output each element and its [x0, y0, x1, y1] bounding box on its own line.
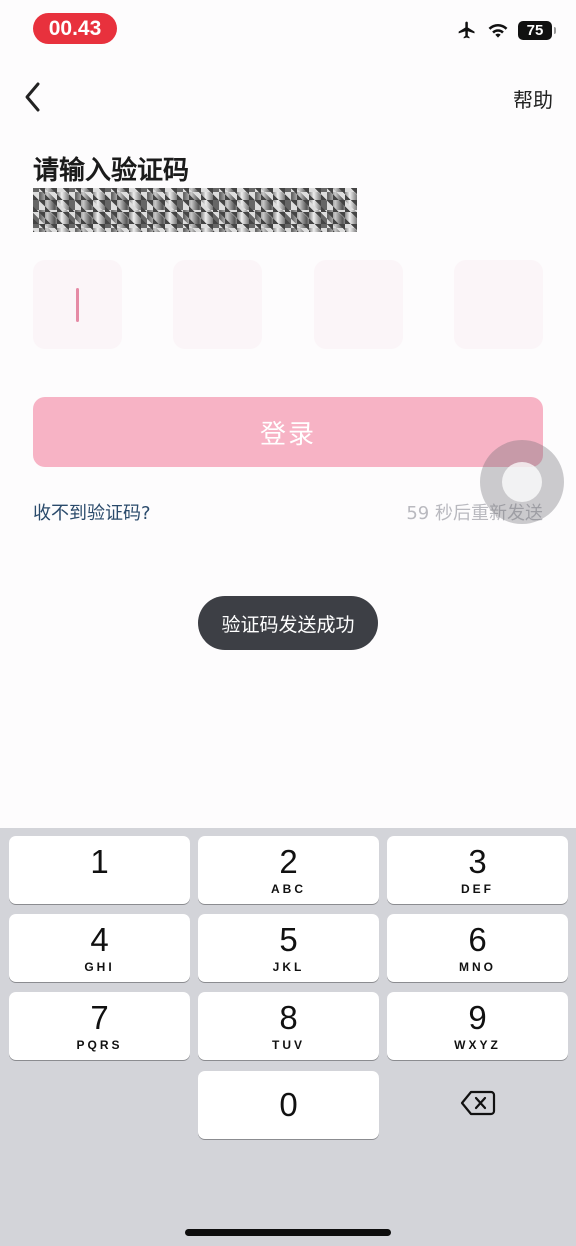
key-7[interactable]: 7 PQRS — [9, 992, 190, 1060]
key-1[interactable]: 1 — [9, 836, 190, 904]
no-code-link[interactable]: 收不到验证码? — [33, 499, 151, 525]
key-0[interactable]: 0 — [198, 1071, 379, 1139]
page-title: 请输入验证码 — [33, 156, 190, 186]
login-button[interactable]: 登录 — [33, 397, 543, 467]
key-letters: MNO — [459, 960, 496, 974]
key-letters: JKL — [272, 960, 305, 974]
key-4[interactable]: 4 GHI — [9, 914, 190, 982]
toast-message: 验证码发送成功 — [198, 596, 378, 650]
assistive-touch-inner — [502, 462, 542, 502]
code-input-box[interactable] — [313, 260, 403, 349]
key-6[interactable]: 6 MNO — [387, 914, 568, 982]
key-digit: 3 — [468, 843, 487, 880]
wifi-icon — [487, 21, 509, 39]
assistive-touch-button[interactable] — [480, 440, 564, 524]
airplane-icon — [456, 20, 478, 40]
key-digit: 6 — [468, 921, 487, 958]
text-cursor — [76, 288, 79, 322]
key-digit: 7 — [90, 999, 109, 1036]
masked-phone-number — [33, 188, 357, 232]
key-digit: 1 — [90, 843, 109, 880]
key-letters: WXYZ — [454, 1038, 501, 1052]
key-2[interactable]: 2 ABC — [198, 836, 379, 904]
key-5[interactable]: 5 JKL — [198, 914, 379, 982]
key-letters: TUV — [272, 1038, 305, 1052]
key-8[interactable]: 8 TUV — [198, 992, 379, 1060]
key-letters: DEF — [461, 882, 494, 896]
code-input-box[interactable] — [33, 260, 122, 349]
key-digit: 4 — [90, 921, 109, 958]
key-digit: 5 — [279, 921, 298, 958]
key-digit: 8 — [279, 999, 298, 1036]
key-digit: 9 — [468, 999, 487, 1036]
battery-icon: 75 — [518, 20, 556, 40]
back-button[interactable] — [20, 80, 50, 114]
key-digit: 2 — [279, 843, 298, 880]
code-input-row — [33, 260, 543, 349]
key-digit: 0 — [279, 1086, 298, 1123]
status-bar: 00.43 75 — [0, 0, 576, 58]
status-icons: 75 — [456, 20, 556, 40]
key-letters: ABC — [271, 882, 306, 896]
help-link[interactable]: 帮助 — [513, 84, 553, 113]
backspace-icon — [460, 1089, 496, 1121]
status-time: 00.43 — [33, 13, 117, 44]
home-indicator — [185, 1229, 391, 1236]
key-letters: PQRS — [76, 1038, 123, 1052]
key-3[interactable]: 3 DEF — [387, 836, 568, 904]
key-letters: GHI — [84, 960, 115, 974]
delete-key[interactable] — [387, 1071, 568, 1139]
chevron-left-icon — [20, 82, 50, 118]
code-input-box[interactable] — [173, 260, 263, 349]
code-input-box[interactable] — [453, 260, 543, 349]
key-9[interactable]: 9 WXYZ — [387, 992, 568, 1060]
